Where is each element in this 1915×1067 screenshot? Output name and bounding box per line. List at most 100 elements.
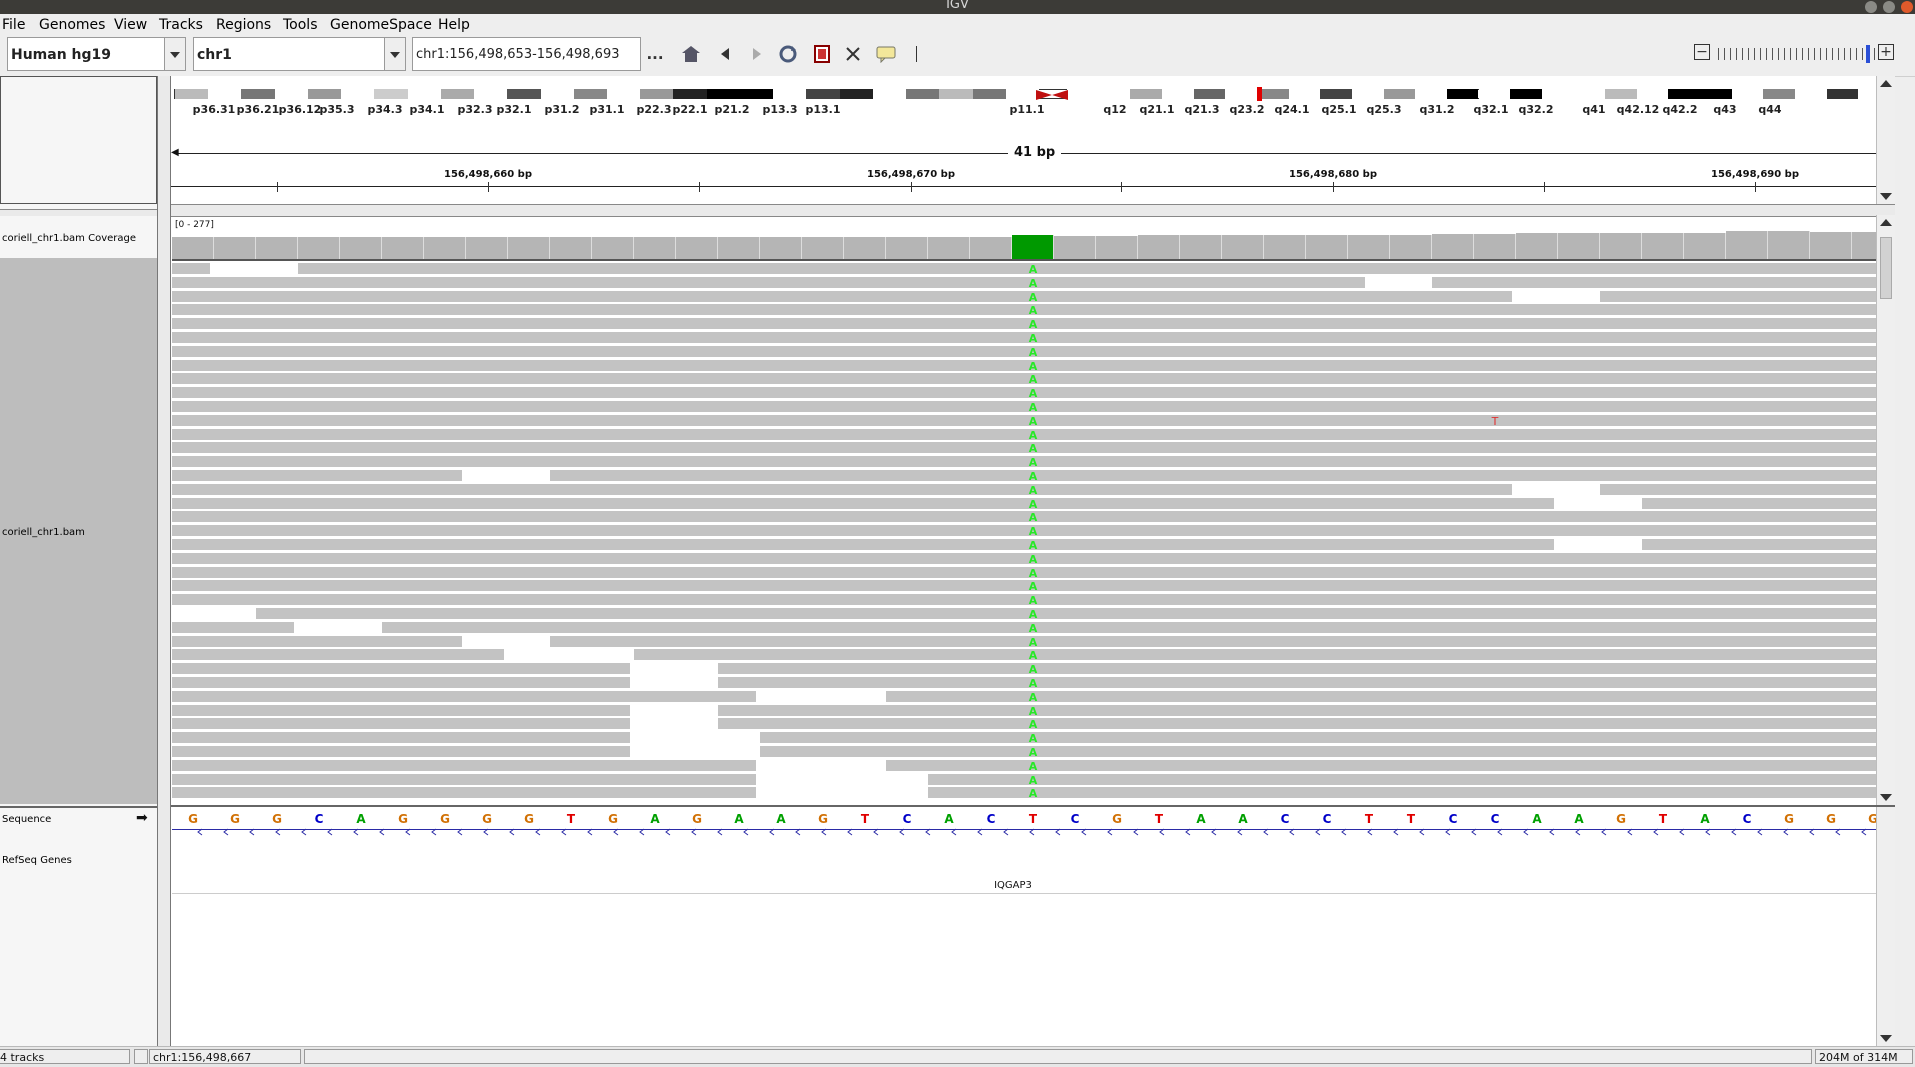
- coverage-bar[interactable]: [676, 237, 718, 259]
- coverage-bar[interactable]: [1768, 231, 1810, 259]
- aligned-read[interactable]: [172, 497, 1554, 509]
- coverage-bar[interactable]: [844, 237, 886, 259]
- aligned-read[interactable]: [172, 732, 630, 744]
- roi-icon[interactable]: [812, 44, 832, 64]
- genome-dropdown[interactable]: Human hg19: [7, 37, 186, 71]
- coverage-bar[interactable]: [508, 237, 550, 259]
- coverage-bar[interactable]: [298, 237, 340, 259]
- scroll-thumb[interactable]: [1880, 237, 1892, 299]
- zoom-in-icon[interactable]: +: [1878, 44, 1894, 60]
- gene-label[interactable]: IQGAP3: [994, 880, 1032, 891]
- aligned-read[interactable]: [172, 690, 756, 702]
- coverage-bar[interactable]: [1642, 233, 1684, 259]
- coverage-bar[interactable]: [802, 237, 844, 259]
- menu-file[interactable]: File: [2, 17, 25, 33]
- scroll-down-icon[interactable]: [1880, 794, 1892, 801]
- scroll-up-icon[interactable]: [1880, 219, 1892, 226]
- menu-genomespace[interactable]: GenomeSpace: [330, 17, 432, 33]
- aligned-read[interactable]: [634, 649, 1894, 661]
- scroll-up-icon[interactable]: [1880, 80, 1892, 87]
- aligned-read[interactable]: [928, 773, 1894, 785]
- lower-scrollbar[interactable]: [1876, 807, 1895, 1046]
- aligned-read[interactable]: [172, 649, 504, 661]
- maximize-button[interactable]: [1883, 1, 1895, 13]
- more-button[interactable]: ...: [645, 44, 665, 64]
- aligned-read[interactable]: [172, 539, 1554, 550]
- coverage-bar[interactable]: [466, 237, 508, 259]
- scroll-down-icon[interactable]: [1880, 193, 1892, 200]
- aligned-read[interactable]: [718, 677, 1894, 688]
- coverage-bar[interactable]: [1096, 236, 1138, 259]
- aligned-read[interactable]: [172, 746, 630, 757]
- coverage-bar[interactable]: [1432, 234, 1474, 259]
- locus-input[interactable]: chr1:156,498,653-156,498,693: [412, 37, 641, 71]
- coverage-bar[interactable]: [1684, 233, 1726, 259]
- strand-arrow-icon[interactable]: ➡: [136, 810, 148, 826]
- coverage-track-name[interactable]: coriell_chr1.bam Coverage: [2, 233, 136, 244]
- aligned-read[interactable]: [172, 773, 756, 785]
- aligned-read[interactable]: [172, 263, 210, 274]
- coverage-bar[interactable]: [550, 237, 592, 259]
- alignment-track[interactable]: AAAAAAAAAAAAAAAAAAAAAAAAAAAAAAAAAAAAAAAT: [172, 263, 1894, 803]
- aligned-read[interactable]: [172, 718, 630, 730]
- aligned-read[interactable]: [172, 470, 462, 481]
- coverage-bar[interactable]: [1180, 235, 1222, 259]
- coverage-bar[interactable]: [214, 237, 256, 259]
- coverage-bar[interactable]: [1558, 233, 1600, 259]
- coverage-bar[interactable]: [1810, 232, 1852, 259]
- menu-view[interactable]: View: [114, 17, 147, 33]
- menu-help[interactable]: Help: [438, 17, 470, 33]
- coverage-bar[interactable]: [1516, 233, 1558, 259]
- aligned-read[interactable]: [172, 704, 630, 716]
- coverage-bar[interactable]: [1600, 233, 1642, 259]
- aligned-read[interactable]: [172, 677, 630, 688]
- coverage-bar[interactable]: [970, 237, 1012, 259]
- aligned-read[interactable]: [1642, 497, 1894, 509]
- aligned-read[interactable]: [1600, 483, 1894, 495]
- coverage-bar[interactable]: [382, 237, 424, 259]
- menu-regions[interactable]: Regions: [216, 17, 271, 33]
- forward-icon[interactable]: [747, 44, 767, 64]
- coverage-bar[interactable]: [1726, 231, 1768, 259]
- menu-genomes[interactable]: Genomes: [39, 17, 105, 33]
- close-button[interactable]: [1901, 1, 1913, 13]
- coverage-bar[interactable]: [592, 237, 634, 259]
- coverage-bar[interactable]: [1390, 235, 1432, 259]
- coverage-bar[interactable]: [718, 237, 760, 259]
- zoom-slider-thumb[interactable]: [1866, 45, 1870, 63]
- aligned-read[interactable]: [718, 663, 1894, 675]
- aligned-read[interactable]: [382, 621, 1894, 633]
- coverage-bar[interactable]: [886, 237, 928, 259]
- zoom-slider[interactable]: [1718, 48, 1878, 60]
- menu-tools[interactable]: Tools: [283, 17, 318, 33]
- resize-icon[interactable]: [843, 44, 863, 64]
- alignment-scrollbar[interactable]: [1876, 215, 1895, 805]
- aligned-read[interactable]: [1432, 276, 1894, 288]
- coverage-bar[interactable]: [424, 237, 466, 259]
- coverage-bar[interactable]: [172, 237, 214, 259]
- chromosome-ideogram[interactable]: p36.31 p36.21 p36.12 p35.3 p34.3 p34.1 p32.3 p3…: [172, 76, 1894, 116]
- coverage-bar-mismatch[interactable]: [1012, 235, 1054, 259]
- aligned-read[interactable]: [1642, 539, 1894, 550]
- refresh-icon[interactable]: [778, 44, 798, 64]
- aligned-read[interactable]: [760, 732, 1894, 744]
- aligned-read[interactable]: [298, 263, 1894, 274]
- aligned-read[interactable]: [718, 718, 1894, 730]
- menu-tracks[interactable]: Tracks: [159, 17, 203, 33]
- aligned-read[interactable]: [928, 787, 1894, 799]
- aligned-read[interactable]: [172, 276, 1365, 288]
- aligned-read[interactable]: [172, 663, 630, 675]
- popup-info-icon[interactable]: [876, 44, 896, 64]
- sequence-track-name[interactable]: Sequence: [2, 814, 51, 825]
- aligned-read[interactable]: [172, 621, 294, 633]
- coverage-bar[interactable]: [340, 237, 382, 259]
- coverage-bar[interactable]: [928, 237, 970, 259]
- chromosome-dropdown[interactable]: chr1: [193, 37, 406, 71]
- aligned-read[interactable]: [172, 759, 756, 771]
- genes-track-name[interactable]: RefSeq Genes: [2, 855, 72, 866]
- alignment-track-name[interactable]: coriell_chr1.bam: [2, 527, 85, 538]
- header-scrollbar[interactable]: [1876, 76, 1895, 204]
- coverage-bar[interactable]: [1264, 235, 1306, 259]
- coverage-bar[interactable]: [760, 237, 802, 259]
- aligned-read[interactable]: [1600, 290, 1894, 302]
